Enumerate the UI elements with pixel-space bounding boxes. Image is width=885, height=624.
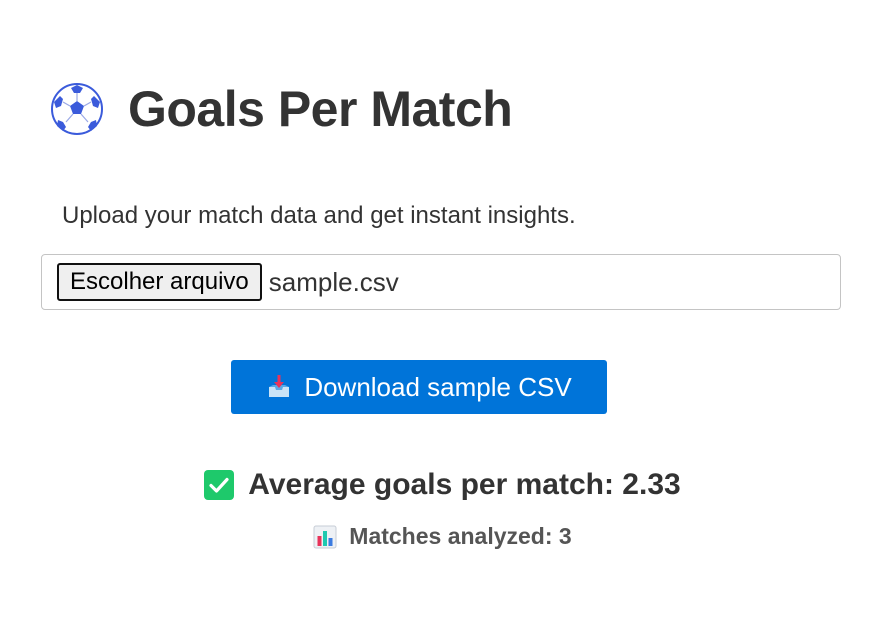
average-result: Average goals per match: 2.33 <box>0 468 885 502</box>
download-sample-button[interactable]: Download sample CSV <box>231 360 607 414</box>
inbox-tray-icon <box>269 375 290 397</box>
bar-chart-icon <box>313 525 337 548</box>
check-mark-icon <box>204 470 235 500</box>
download-sample-label: Download sample CSV <box>304 371 572 402</box>
choose-file-button[interactable]: Escolher arquivo <box>57 263 262 301</box>
file-input[interactable]: Escolher arquivo sample.csv <box>41 254 841 310</box>
selected-file-name: sample.csv <box>268 266 399 297</box>
soccer-ball-icon <box>51 83 103 135</box>
matches-analyzed-text: Matches analyzed: 3 <box>349 523 572 549</box>
header: Goals Per Match <box>50 80 513 138</box>
upload-description: Upload your match data and get instant i… <box>62 202 576 229</box>
matches-result: Matches analyzed: 3 <box>0 523 885 550</box>
page-title: Goals Per Match <box>128 81 513 137</box>
average-goals-text: Average goals per match: 2.33 <box>248 468 681 501</box>
